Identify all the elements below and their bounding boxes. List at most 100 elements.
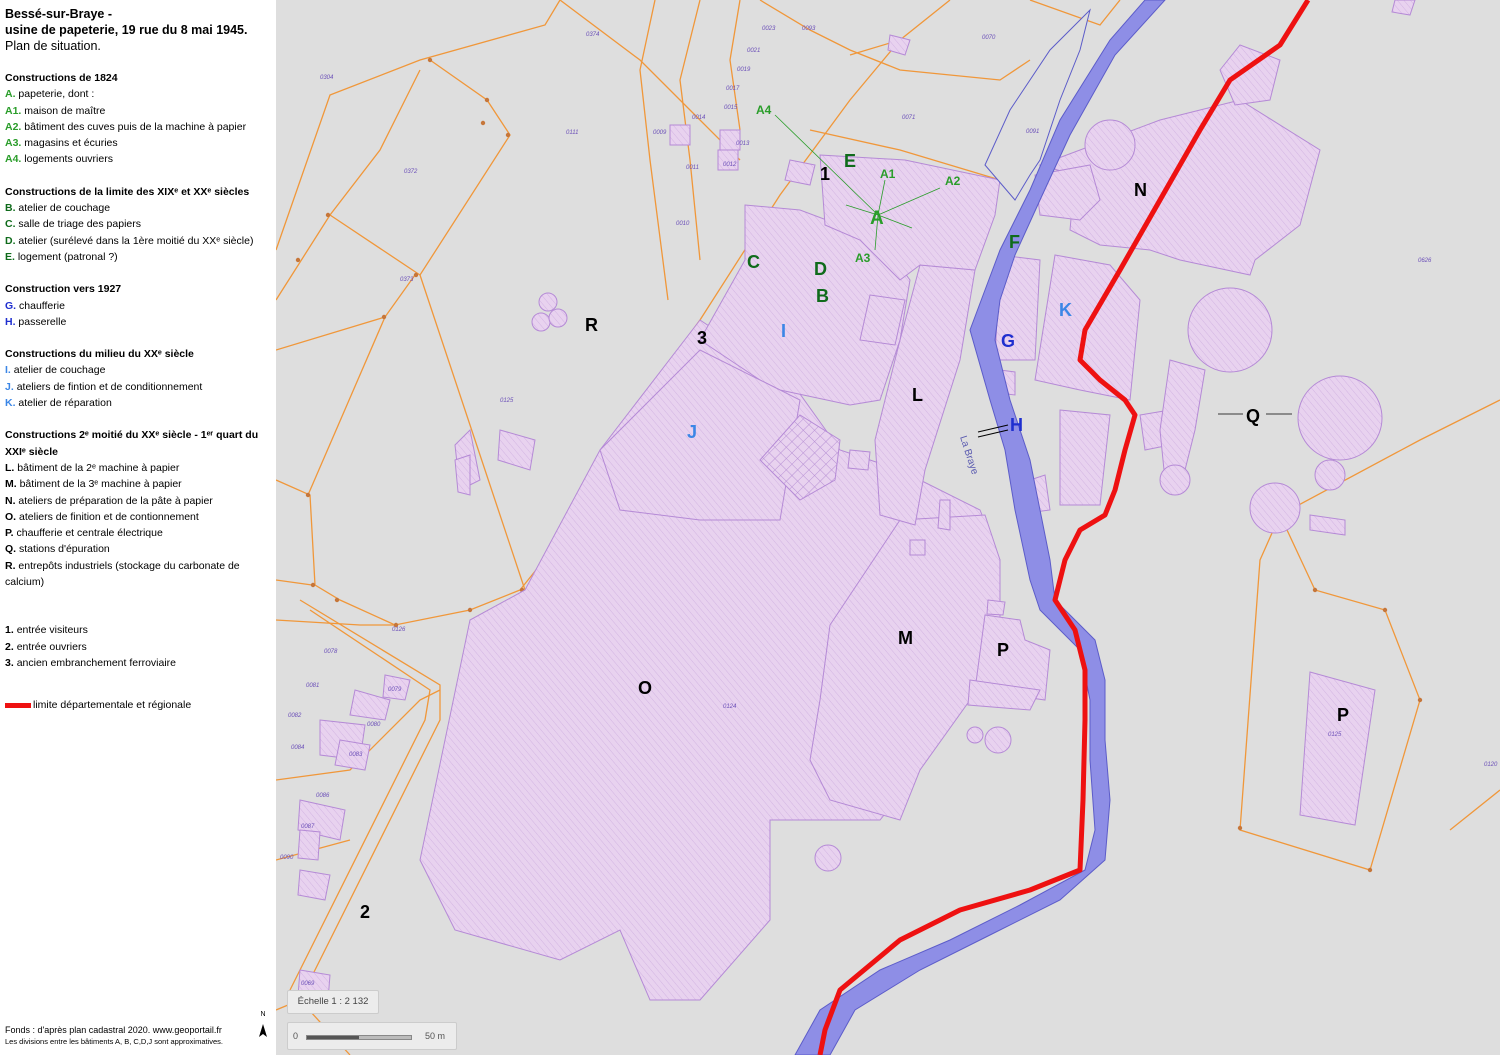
scale-bar-zero: 0 (293, 1031, 299, 1041)
legend-item-k: K. atelier de réparation (5, 397, 112, 410)
legend-item-a3: A3. magasins et écuries (5, 137, 118, 150)
legend-item-q: Q. stations d'épuration (5, 543, 110, 556)
svg-text:0626: 0626 (1418, 258, 1432, 264)
legend-item-i: I. atelier de couchage (5, 364, 106, 377)
scale-bar: 0 50 m (287, 1022, 457, 1050)
north-arrow-icon: N (257, 1007, 269, 1045)
scale-bar-graphic (306, 1035, 412, 1040)
label-f: F (1009, 232, 1020, 252)
legend-item-n: N. ateliers de préparation de la pâte à … (5, 494, 213, 507)
limit-swatch (5, 702, 31, 708)
legend-item-m: M. bâtiment de la 3ᵉ machine à papier (5, 478, 182, 491)
label-d: D (814, 259, 827, 279)
svg-text:0015: 0015 (724, 105, 738, 111)
svg-text:0086: 0086 (316, 793, 330, 799)
label-h: H (1010, 415, 1023, 435)
legend-item-l: L. bâtiment de la 2ᵉ machine à papier (5, 461, 180, 474)
map-title-line1: Bessé-sur-Braye - (5, 7, 112, 21)
legend-item-entrance-1: 1. entrée visiteurs (5, 624, 88, 637)
legend-item-d: D. atelier (surélevé dans la 1ère moitié… (5, 234, 254, 247)
label-l: L (912, 385, 923, 405)
svg-text:0374: 0374 (586, 32, 600, 38)
svg-text:0071: 0071 (902, 115, 915, 121)
label-p-right: P (1337, 705, 1349, 725)
label-n: N (1134, 180, 1147, 200)
label-j: J (687, 422, 697, 442)
legend-item-c: C. salle de triage des papiers (5, 218, 141, 231)
svg-text:0120: 0120 (1484, 762, 1498, 768)
legend-item-e: E. logement (patronal ?) (5, 250, 118, 263)
label-entrance-3: 3 (697, 328, 707, 348)
label-i: I (781, 321, 786, 341)
legend-item-h: H. passerelle (5, 315, 67, 328)
svg-text:0079: 0079 (388, 687, 402, 693)
svg-text:0013: 0013 (736, 141, 750, 147)
label-a1: A1 (880, 167, 896, 181)
svg-text:0019: 0019 (737, 67, 751, 73)
legend-item-o: O. ateliers de finition et de contionnem… (5, 510, 199, 523)
legend-item-a1: A1. maison de maître (5, 104, 106, 117)
svg-text:0373: 0373 (400, 277, 414, 283)
legend-heading-1824: Constructions de 1824 (5, 72, 118, 84)
legend-heading-1927: Construction vers 1927 (5, 283, 122, 296)
legend-item-j: J. ateliers de fintion et de conditionne… (5, 380, 203, 393)
label-e: E (844, 151, 856, 171)
map-subtitle: Plan de situation. (5, 39, 101, 53)
label-r: R (585, 315, 598, 335)
legend-item-a: A. papeterie, dont : (5, 88, 95, 101)
svg-text:0023: 0023 (762, 26, 776, 32)
scale-bar-fifty: 50 m (425, 1031, 446, 1041)
legend-item-g: G. chaufferie (5, 299, 65, 312)
label-entrance-2: 2 (360, 902, 370, 922)
legend-heading-2000: Constructions 2ᵉ moitié du XXᵉ siècle - … (5, 429, 259, 458)
label-b: B (816, 286, 829, 306)
source-note: Fonds : d'après plan cadastral 2020. www… (5, 1025, 222, 1035)
scale-ratio: Échelle 1 : 2 132 (287, 990, 379, 1014)
svg-text:0084: 0084 (291, 745, 305, 751)
svg-text:0017: 0017 (726, 86, 740, 92)
map-title-line2: usine de papeterie, 19 rue du 8 mai 1945… (5, 23, 248, 37)
label-p: P (997, 640, 1009, 660)
svg-text:0009: 0009 (653, 130, 667, 136)
svg-text:0012: 0012 (723, 162, 737, 168)
svg-text:0124: 0124 (723, 704, 737, 710)
label-q: Q (1246, 406, 1260, 426)
svg-text:0080: 0080 (367, 722, 381, 728)
legend-item-entrance-3: 3. ancien embranchement ferroviaire (5, 656, 177, 669)
svg-text:0125: 0125 (1328, 732, 1342, 738)
label-m: M (898, 628, 913, 648)
label-a3: A3 (855, 251, 871, 265)
cadastral-buildings (297, 0, 1416, 1001)
svg-text:0093: 0093 (802, 26, 816, 32)
svg-text:0081: 0081 (306, 683, 319, 689)
legend-item-a2: A2. bâtiment des cuves puis de la machin… (5, 120, 247, 133)
legend-item-r: R. entrepôts industriels (stockage du ca… (5, 559, 240, 589)
svg-text:0304: 0304 (320, 75, 334, 81)
svg-text:0078: 0078 (324, 649, 338, 655)
svg-text:0010: 0010 (676, 221, 690, 227)
division-note: Les divisions entre les bâtiments A, B, … (5, 1037, 224, 1046)
svg-text:0069: 0069 (301, 981, 315, 987)
legend-item-p: P. chaufferie et centrale électrique (5, 527, 163, 540)
svg-text:0070: 0070 (982, 35, 996, 41)
map-canvas[interactable]: 0374 0023 0093 0070 0304 0021 0019 0017 … (276, 0, 1500, 1055)
river-name-label: La Braye (957, 435, 980, 477)
legend-item-b: B. atelier de couchage (5, 202, 111, 215)
label-a2: A2 (945, 174, 961, 188)
svg-text:0111: 0111 (566, 130, 578, 136)
legend-heading-1900: Constructions de la limite des XIXᵉ et X… (5, 185, 250, 198)
label-a4: A4 (756, 103, 772, 117)
svg-text:0083: 0083 (349, 752, 363, 758)
map-svg: 0374 0023 0093 0070 0304 0021 0019 0017 … (276, 0, 1500, 1055)
legend-item-a4: A4. logements ouvriers (5, 153, 113, 166)
svg-text:0091: 0091 (1026, 129, 1039, 135)
source-footer: Fonds : d'après plan cadastral 2020. www… (5, 1025, 223, 1047)
label-entrance-1: 1 (820, 164, 830, 184)
svg-text:0090: 0090 (280, 855, 294, 861)
svg-text:0087: 0087 (301, 824, 315, 830)
label-a: A (870, 208, 884, 229)
svg-text:0125: 0125 (500, 398, 514, 404)
label-o: O (638, 678, 652, 698)
svg-text:0082: 0082 (288, 713, 302, 719)
svg-text:0014: 0014 (692, 115, 706, 121)
